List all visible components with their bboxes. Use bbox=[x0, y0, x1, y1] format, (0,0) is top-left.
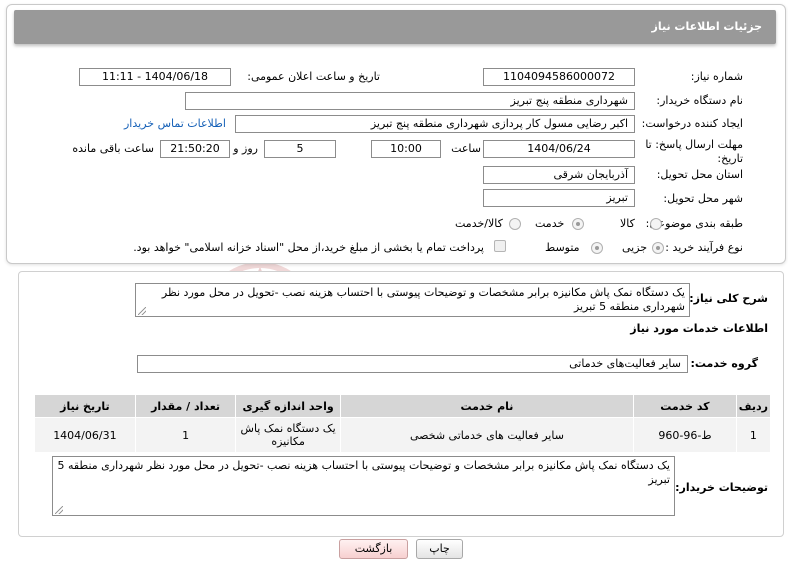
buyer-notes-textarea[interactable]: یک دستگاه نمک پاش مکانیزه برابر مشخصات و… bbox=[52, 456, 675, 516]
requester-field: اکبر رضایی مسول کار پردازی شهرداری منطقه… bbox=[235, 115, 635, 133]
services-table: ردیف کد خدمت نام خدمت واحد اندازه گیری ت… bbox=[34, 394, 772, 453]
days-label: روز و bbox=[233, 142, 258, 155]
purchase-type-label: نوع فرآیند خرید : bbox=[665, 241, 743, 254]
delivery-province-label: استان محل تحویل: bbox=[656, 168, 743, 181]
col-need-date: تاریخ نیاز bbox=[34, 394, 136, 418]
col-service-name: نام خدمت bbox=[339, 394, 635, 418]
remaining-time-label: ساعت باقی مانده bbox=[72, 142, 154, 155]
category-option-service: خدمت bbox=[535, 217, 565, 230]
service-group-label: گروه خدمت: bbox=[690, 357, 758, 370]
deadline-time-field: 10:00 bbox=[371, 140, 441, 158]
service-group-field: سایر فعالیت‌های خدماتی bbox=[137, 355, 688, 373]
cell-row: 1 bbox=[735, 417, 772, 453]
purchase-option-minor: جزیی bbox=[622, 241, 648, 254]
summary-label: شرح کلی نیاز: bbox=[689, 292, 768, 305]
deadline-time-label: ساعت bbox=[451, 142, 481, 155]
cell-service-name: سایر فعالیت های خدماتی شخصی bbox=[339, 417, 635, 453]
purchase-radio-medium[interactable] bbox=[591, 242, 603, 254]
remaining-time-field: 21:50:20 bbox=[160, 140, 230, 158]
cell-quantity: 1 bbox=[134, 417, 237, 453]
print-button[interactable]: چاپ bbox=[416, 539, 463, 559]
cell-unit: یک دستگاه نمک پاش مکانیزه bbox=[235, 417, 341, 453]
buyer-org-field: شهرداری منطقه پنج تبریز bbox=[185, 92, 635, 110]
delivery-city-label: شهر محل تحویل: bbox=[663, 192, 743, 205]
resize-grip-icon[interactable] bbox=[138, 307, 146, 315]
purchase-option-medium: متوسط bbox=[545, 241, 580, 254]
col-quantity: تعداد / مقدار bbox=[134, 394, 237, 418]
buyer-contact-link[interactable]: اطلاعات تماس خریدار bbox=[124, 117, 226, 130]
delivery-province-field: آذربایجان شرقی bbox=[483, 166, 635, 184]
requester-label: ایجاد کننده درخواست: bbox=[641, 117, 743, 130]
remaining-days-field: 5 bbox=[264, 140, 336, 158]
cell-need-date: 1404/06/31 bbox=[34, 417, 136, 453]
need-number-label: شماره نیاز: bbox=[690, 70, 743, 83]
col-row: ردیف bbox=[735, 394, 772, 418]
buyer-notes-label: توضیحات خریدار: bbox=[675, 481, 768, 494]
category-option-goods: کالا bbox=[620, 217, 635, 230]
announce-datetime-label: تاریخ و ساعت اعلان عمومی: bbox=[247, 70, 380, 83]
buyer-notes-text: یک دستگاه نمک پاش مکانیزه برابر مشخصات و… bbox=[57, 459, 670, 486]
need-number-field: 1104094586000072 bbox=[483, 68, 635, 86]
page-title: جزئیات اطلاعات نیاز bbox=[651, 20, 763, 33]
category-radio-goods[interactable] bbox=[650, 218, 662, 230]
summary-text: یک دستگاه نمک پاش مکانیزه برابر مشخصات و… bbox=[161, 286, 685, 313]
treasury-note: پرداخت تمام یا بخشی از مبلغ خرید،از محل … bbox=[133, 241, 484, 254]
summary-textarea[interactable]: یک دستگاه نمک پاش مکانیزه برابر مشخصات و… bbox=[135, 283, 690, 317]
services-section-title: اطلاعات خدمات مورد نیاز bbox=[630, 322, 768, 335]
category-radio-service[interactable] bbox=[572, 218, 584, 230]
panel-header: جزئیات اطلاعات نیاز bbox=[14, 10, 776, 44]
category-option-goods-service: کالا/خدمت bbox=[455, 217, 503, 230]
announce-datetime-field: 1404/06/18 - 11:11 bbox=[79, 68, 231, 86]
col-unit: واحد اندازه گیری bbox=[235, 394, 341, 418]
cell-service-code: ط-96-960 bbox=[633, 417, 737, 453]
deadline-label: مهلت ارسال پاسخ: تا تاریخ: bbox=[645, 138, 743, 165]
table-row: 1 ط-96-960 سایر فعالیت های خدماتی شخصی ی… bbox=[34, 417, 772, 453]
back-button[interactable]: بازگشت bbox=[339, 539, 408, 559]
delivery-city-field: تبریز bbox=[483, 189, 635, 207]
resize-grip-icon[interactable] bbox=[55, 506, 63, 514]
category-radio-goods-service[interactable] bbox=[509, 218, 521, 230]
treasury-checkbox[interactable] bbox=[494, 240, 506, 252]
table-header-row: ردیف کد خدمت نام خدمت واحد اندازه گیری ت… bbox=[34, 394, 772, 418]
purchase-radio-minor[interactable] bbox=[652, 242, 664, 254]
col-service-code: کد خدمت bbox=[633, 394, 737, 418]
buyer-org-label: نام دستگاه خریدار: bbox=[656, 94, 743, 107]
deadline-date-field: 1404/06/24 bbox=[483, 140, 635, 158]
